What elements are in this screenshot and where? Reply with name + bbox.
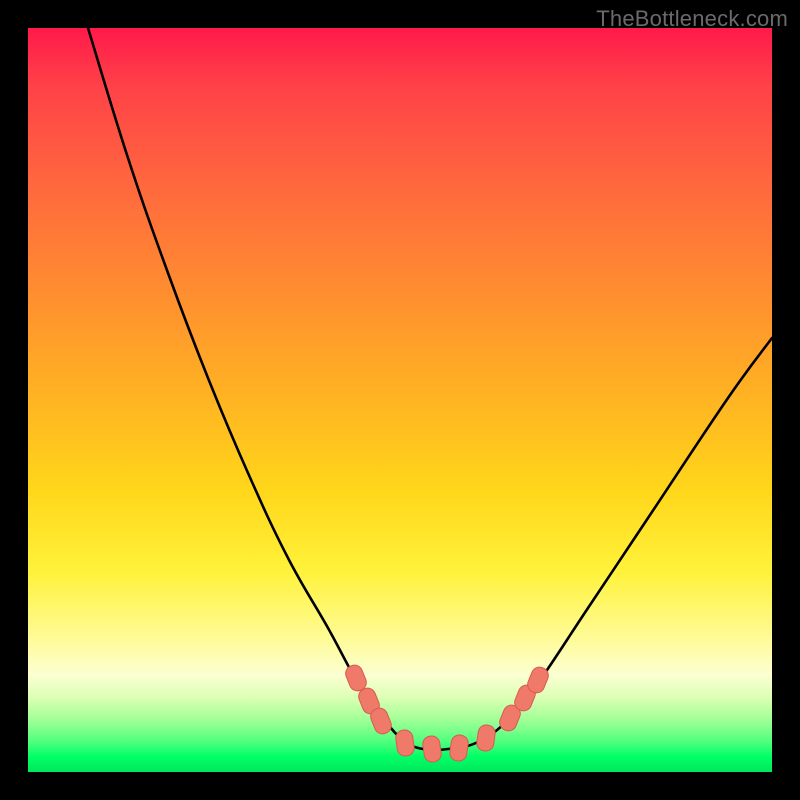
curve-marker <box>449 734 469 762</box>
curve-marker <box>395 729 415 757</box>
plot-area <box>28 28 772 772</box>
curve-marker <box>422 735 442 763</box>
chart-frame: TheBottleneck.com <box>0 0 800 800</box>
bottleneck-curve <box>88 28 772 750</box>
curve-marker <box>476 724 496 752</box>
curve-layer <box>28 28 772 772</box>
